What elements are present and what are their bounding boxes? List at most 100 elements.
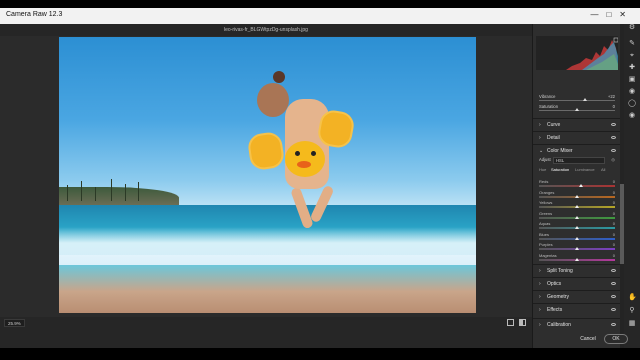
duck-beak (297, 161, 311, 168)
slider-thumb[interactable] (575, 215, 579, 219)
color-mixer-row-blues[interactable]: Blues 0 (539, 232, 615, 242)
adjust-dropdown[interactable]: HSL (553, 157, 605, 164)
section-curve[interactable]: › Curve (533, 118, 621, 130)
window-controls[interactable]: —□✕ (590, 10, 634, 19)
slider-value[interactable]: 0 (613, 253, 615, 258)
slider-track[interactable] (539, 185, 615, 187)
chevron-right-icon: › (539, 307, 541, 313)
slider-label: Greens (539, 210, 553, 216)
vibrance-slider[interactable]: Vibrance +22 (539, 94, 615, 103)
chevron-right-icon: › (539, 135, 541, 141)
color-mixer-row-aquas[interactable]: Aquas 0 (539, 221, 615, 231)
slider-value[interactable]: 0 (613, 190, 615, 195)
slider-thumb[interactable] (575, 236, 579, 240)
ok-button[interactable]: OK (604, 334, 628, 344)
presets-icon[interactable]: ◯ (628, 100, 636, 107)
section-color-mixer[interactable]: ⌄ Color Mixer (533, 144, 621, 156)
wet-sand (59, 265, 476, 313)
visibility-eye-icon[interactable] (611, 295, 616, 298)
slider-thumb[interactable] (578, 184, 583, 187)
slider-value[interactable]: 0 (613, 242, 615, 247)
visibility-eye-icon[interactable] (611, 149, 616, 152)
slider-label: Yellows (539, 200, 553, 205)
left-floatie (246, 130, 286, 172)
vibrance-thumb[interactable] (583, 98, 588, 101)
zoom-icon[interactable]: ⚲ (628, 307, 636, 314)
slider-value[interactable]: 0 (613, 211, 615, 216)
visibility-eye-icon[interactable] (611, 282, 616, 285)
slider-label: Purples (539, 242, 553, 247)
slider-thumb[interactable] (575, 257, 579, 261)
grid-icon[interactable]: ▦ (628, 320, 636, 327)
before-after-icon[interactable] (507, 319, 514, 326)
targeted-adjustment-icon[interactable]: ◎ (611, 157, 615, 162)
slider-value[interactable]: 0 (613, 200, 615, 205)
saturation-slider[interactable]: Saturation 0 (539, 104, 615, 113)
section-geometry[interactable]: › Geometry (533, 290, 621, 302)
healing-icon[interactable]: ✚ (628, 64, 636, 71)
slider-value[interactable]: 0 (613, 179, 615, 184)
chevron-right-icon: › (539, 122, 541, 128)
window-title: Camera Raw 12.3 (6, 11, 63, 18)
redeye-icon[interactable]: ◉ (628, 88, 636, 95)
tab-all[interactable]: All (601, 167, 605, 172)
highlight-clipping-icon (613, 37, 618, 43)
color-mixer-row-oranges[interactable]: Oranges 0 (539, 190, 615, 200)
tab-saturation[interactable]: Saturation (551, 167, 569, 172)
wave-foam (59, 227, 476, 267)
saturation-thumb[interactable] (575, 108, 579, 111)
edit-panel: Vibrance +22 Saturation 0 › Curve › Deta… (532, 24, 621, 348)
visibility-eye-icon[interactable] (611, 308, 616, 311)
slider-value[interactable]: 0 (613, 232, 615, 237)
visibility-eye-icon[interactable] (611, 269, 616, 272)
section-optics[interactable]: › Optics (533, 277, 621, 289)
section-calibration[interactable]: › Calibration (533, 318, 621, 330)
girl-hair-bun (273, 71, 285, 83)
slider-label: Oranges (539, 189, 555, 195)
chevron-right-icon: › (539, 294, 541, 300)
color-mixer-row-magentas[interactable]: Magentas 0 (539, 253, 615, 263)
gear-icon[interactable]: ⚙ (628, 24, 636, 31)
slider-thumb[interactable] (575, 205, 579, 208)
cancel-button[interactable]: Cancel (574, 334, 602, 344)
preview-photo[interactable] (59, 37, 476, 313)
color-mixer-row-yellows[interactable]: Yellows 0 (539, 200, 615, 210)
visibility-eye-icon[interactable] (611, 123, 616, 126)
image-canvas[interactable] (0, 36, 532, 317)
hand-icon[interactable]: ✋ (628, 294, 637, 301)
chevron-right-icon: › (539, 281, 541, 287)
color-mixer-row-purples[interactable]: Purples 0 (539, 242, 615, 252)
section-detail[interactable]: › Detail (533, 131, 621, 143)
edit-icon[interactable]: ✎ (628, 40, 636, 47)
color-mixer-row-greens[interactable]: Greens 0 (539, 211, 615, 221)
file-name-bar: leo-rivas-fr_BLGWtpzDg-unsplash.jpg (0, 24, 532, 36)
palm-tree (95, 187, 96, 201)
tab-luminance[interactable]: Luminance (575, 167, 595, 172)
saturation-label: Saturation (539, 104, 559, 109)
compare-view-icon[interactable] (519, 319, 526, 326)
section-split-toning[interactable]: › Split Toning (533, 264, 621, 276)
slider-thumb[interactable] (575, 226, 579, 229)
zoom-level[interactable]: 25.9% (4, 319, 25, 327)
tab-hue[interactable]: Hue (539, 167, 546, 172)
vibrance-value[interactable]: +22 (608, 94, 615, 99)
snapshot-icon[interactable]: ◉ (628, 112, 636, 119)
slider-thumb[interactable] (575, 247, 579, 250)
slider-label: Blues (539, 231, 550, 237)
duck-eye (311, 151, 316, 156)
color-mixer-row-reds[interactable]: Reds 0 (539, 179, 615, 189)
saturation-value[interactable]: 0 (613, 104, 615, 109)
vibrance-track[interactable] (539, 100, 615, 101)
slider-thumb[interactable] (575, 194, 579, 198)
mask-icon[interactable]: ▣ (628, 76, 636, 83)
slider-label: Aquas (539, 221, 551, 226)
canvas-bottom-bar: 25.9% (0, 317, 532, 329)
girl-head (257, 83, 289, 117)
dialog-footer: Cancel OK (0, 332, 640, 348)
slider-value[interactable]: 0 (613, 221, 615, 226)
section-effects[interactable]: › Effects (533, 303, 621, 315)
crop-icon[interactable]: ⌖ (628, 52, 636, 59)
visibility-eye-icon[interactable] (611, 323, 616, 326)
visibility-eye-icon[interactable] (611, 136, 616, 139)
palm-tree (81, 181, 82, 201)
